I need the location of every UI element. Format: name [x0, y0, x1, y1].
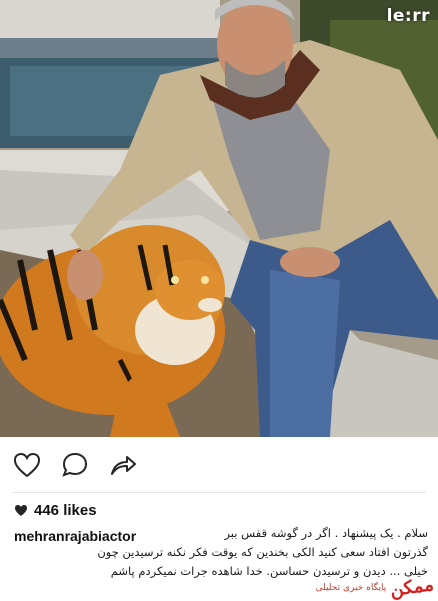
- heart-filled-icon: [15, 505, 27, 516]
- caption-line: گذرتون افتاد سعی کنید الکی بخندین که یوق…: [97, 545, 428, 559]
- comment-bubble-icon: [62, 452, 88, 477]
- post-action-bar: [12, 449, 138, 481]
- likes-count[interactable]: 446 likes: [14, 502, 97, 519]
- share-button[interactable]: [108, 450, 138, 480]
- comment-button[interactable]: [60, 450, 90, 480]
- site-logo-tagline: پایگاه خبری تحلیلی: [315, 582, 387, 593]
- divider: [12, 492, 426, 493]
- site-logo-mark: ممکن: [389, 574, 436, 601]
- share-arrow-icon: [111, 456, 136, 475]
- photo-illustration: [0, 0, 438, 437]
- post-caption: سلام . یک پیشنهاد . اگر در گوشه قفس ببر …: [14, 524, 428, 581]
- photo-watermark: le:rr: [386, 6, 430, 26]
- site-logo: پایگاه خبری تحلیلی ممکن: [315, 574, 436, 601]
- likes-text: 446 likes: [34, 502, 97, 519]
- post-photo[interactable]: le:rr: [0, 0, 438, 437]
- like-button[interactable]: [12, 450, 42, 480]
- caption-line: سلام . یک پیشنهاد . اگر در گوشه قفس ببر: [224, 526, 428, 540]
- heart-outline-icon: [13, 452, 41, 478]
